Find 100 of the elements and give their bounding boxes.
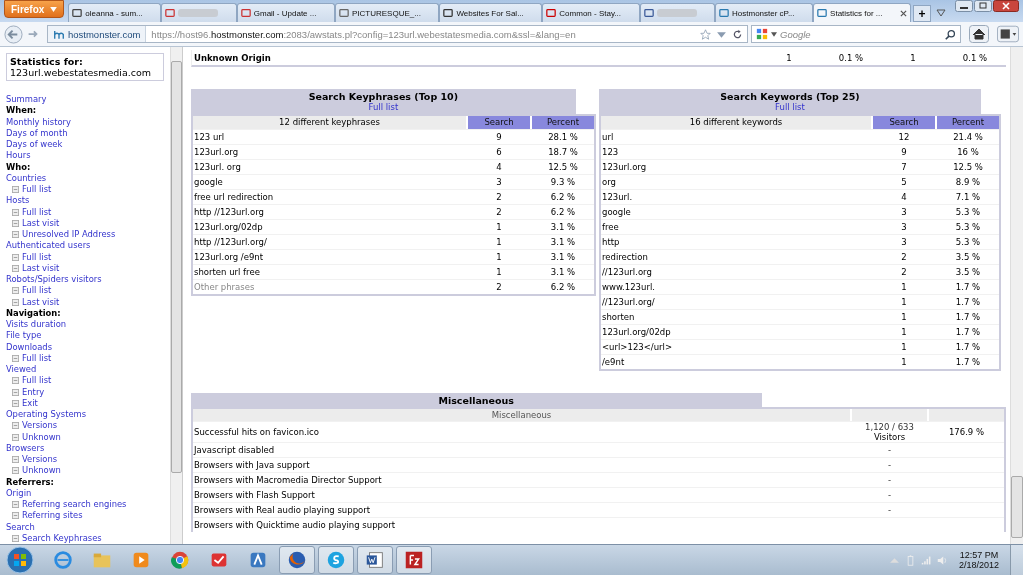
menu-link[interactable]: Robots/Spiders visitors bbox=[6, 274, 102, 286]
browser-tab[interactable]: Gmail - Update ... bbox=[236, 3, 335, 22]
bookmark-star-icon[interactable] bbox=[700, 28, 711, 40]
table-cell-text: 1 bbox=[495, 252, 503, 262]
submenu-link[interactable]: Search Keyphrases bbox=[22, 532, 102, 544]
submenu-link[interactable]: Referring sites bbox=[22, 510, 83, 522]
table-title: Search Keyphrases (Top 10) bbox=[308, 91, 459, 102]
tab-list-icon[interactable] bbox=[936, 9, 947, 17]
submenu-link[interactable]: Entry bbox=[22, 386, 45, 398]
submenu-link[interactable]: Full list bbox=[22, 375, 52, 387]
submenu-link[interactable]: Exit bbox=[22, 397, 38, 409]
table-cell-text: 3.5 % bbox=[954, 267, 982, 277]
table-cell-text: 1.7 % bbox=[954, 357, 982, 367]
menu-link[interactable]: Origin bbox=[6, 487, 32, 499]
table-cell-text: 123url. org bbox=[193, 162, 242, 172]
table-cell-text: 1 bbox=[900, 357, 908, 367]
bullet-icon bbox=[12, 467, 19, 475]
bullet-icon bbox=[12, 298, 19, 306]
menu-link[interactable]: Hours bbox=[6, 150, 31, 162]
word-icon[interactable] bbox=[357, 546, 393, 574]
table-cell-text: 1.7 % bbox=[954, 312, 982, 322]
submenu-link[interactable]: Unknown bbox=[22, 431, 61, 443]
submenu-link[interactable]: Unresolved IP Address bbox=[22, 229, 116, 241]
table-cell-text: http bbox=[601, 237, 621, 247]
browser-tab[interactable] bbox=[639, 3, 715, 22]
menu-link[interactable]: Summary bbox=[6, 94, 47, 106]
table-cell-text: 2 bbox=[900, 252, 908, 262]
menu-link[interactable]: Search bbox=[6, 521, 35, 533]
menu-link[interactable]: File type bbox=[6, 330, 42, 342]
menu-link[interactable]: Countries bbox=[6, 172, 47, 184]
submenu-link[interactable]: Full list bbox=[22, 184, 52, 196]
browser-tab[interactable]: PICTURESQUE_... bbox=[334, 3, 440, 22]
browser-tab[interactable]: Hostmonster cP... bbox=[715, 3, 814, 22]
submenu-link[interactable]: Full list bbox=[22, 251, 52, 263]
table-cell-text: Browsers with Real audio playing support bbox=[193, 505, 372, 515]
table-cell-text: /e9nt bbox=[601, 357, 626, 367]
site-identity[interactable]: hostmonster.com bbox=[48, 26, 147, 42]
clock[interactable]: 12:57 PM 2/18/2012 bbox=[952, 550, 1005, 570]
sidebar-scrollbar[interactable] bbox=[170, 47, 182, 544]
back-icon[interactable] bbox=[4, 24, 23, 44]
firefox-icon[interactable] bbox=[279, 546, 315, 574]
submenu-link[interactable]: Versions bbox=[22, 420, 58, 432]
menu-link[interactable]: Hosts bbox=[6, 195, 30, 207]
submenu-link[interactable]: Last visit bbox=[22, 296, 60, 308]
menu-link[interactable]: Viewed bbox=[6, 364, 37, 376]
table-cell-text: 1 bbox=[900, 342, 908, 352]
volume-icon[interactable] bbox=[936, 554, 948, 566]
table-cell-text: org bbox=[601, 177, 617, 187]
table-cell: - bbox=[887, 445, 892, 455]
tab-favicon-icon bbox=[338, 8, 349, 18]
signal-icon[interactable] bbox=[920, 554, 932, 566]
submenu-link[interactable]: Versions bbox=[22, 454, 58, 466]
search-engine-icon[interactable] bbox=[756, 28, 768, 40]
submenu-link[interactable]: Full list bbox=[22, 206, 52, 218]
close-icon[interactable] bbox=[993, 0, 1019, 12]
show-desktop-button[interactable] bbox=[1010, 545, 1023, 575]
menu-link[interactable]: Visits duration bbox=[6, 319, 67, 331]
new-tab-button[interactable]: + bbox=[913, 5, 932, 22]
bullet-icon bbox=[12, 388, 19, 396]
table-cell-text: 123url.org bbox=[601, 162, 648, 172]
column-header: Search bbox=[468, 116, 530, 129]
table-cell-text: Javascript disabled bbox=[193, 445, 276, 455]
submenu-link[interactable]: Referring search engines bbox=[22, 499, 127, 511]
search-bar[interactable]: Google bbox=[751, 25, 961, 43]
browser-tab[interactable]: Statistics for ... bbox=[813, 3, 912, 22]
submenu-link[interactable]: Last visit bbox=[22, 217, 60, 229]
search-icon[interactable] bbox=[945, 28, 956, 40]
full-list-link[interactable]: Full list bbox=[368, 102, 399, 112]
browser-tab[interactable]: oleanna - sum... bbox=[68, 3, 162, 22]
menu-link[interactable]: Operating Systems bbox=[6, 409, 87, 421]
minimize-icon[interactable] bbox=[955, 0, 973, 12]
filezilla-icon[interactable] bbox=[396, 546, 432, 574]
table-cell-text: 7.1 % bbox=[954, 192, 982, 202]
close-tab-icon[interactable] bbox=[900, 9, 908, 17]
submenu-link[interactable]: Unknown bbox=[22, 465, 61, 477]
menu-link[interactable]: Monthly history bbox=[6, 116, 71, 128]
table-cell-text: 5.3 % bbox=[954, 237, 982, 247]
menu-link[interactable]: Days of month bbox=[6, 127, 68, 139]
menu-link[interactable]: Authenticated users bbox=[6, 240, 91, 252]
table-cell-text: 4 bbox=[495, 162, 503, 172]
browser-tab[interactable] bbox=[161, 3, 237, 22]
tab-favicon-icon bbox=[72, 8, 83, 18]
table-cell-text: 6.2 % bbox=[549, 282, 577, 292]
submenu-link[interactable]: Last visit bbox=[22, 262, 60, 274]
full-list-link[interactable]: Full list bbox=[775, 102, 805, 112]
menu-link[interactable]: Browsers bbox=[6, 442, 45, 454]
address-bar[interactable]: hostmonster.com https://host96.hostmonster.com:2083/awstats.pl?config=123url.webestatesmedia.com&ssl=&lang=en bbox=[47, 25, 748, 43]
submenu-link[interactable]: Full list bbox=[22, 352, 52, 364]
home-icon[interactable] bbox=[968, 25, 990, 43]
menu-link[interactable]: Downloads bbox=[6, 341, 52, 353]
caret-icon[interactable] bbox=[771, 31, 777, 37]
page-scrollbar[interactable] bbox=[1010, 47, 1023, 544]
browser-tab[interactable]: Websites For Sal... bbox=[439, 3, 543, 22]
table-cell-text: 12.5 % bbox=[952, 162, 984, 172]
bookmarks-icon[interactable] bbox=[997, 25, 1019, 43]
start-button-icon[interactable] bbox=[6, 546, 34, 574]
submenu-link[interactable]: Full list bbox=[22, 285, 52, 297]
reload-icon[interactable] bbox=[732, 28, 743, 40]
browser-tab[interactable]: Common - Stay... bbox=[542, 3, 640, 22]
menu-link[interactable]: Days of week bbox=[6, 139, 63, 151]
